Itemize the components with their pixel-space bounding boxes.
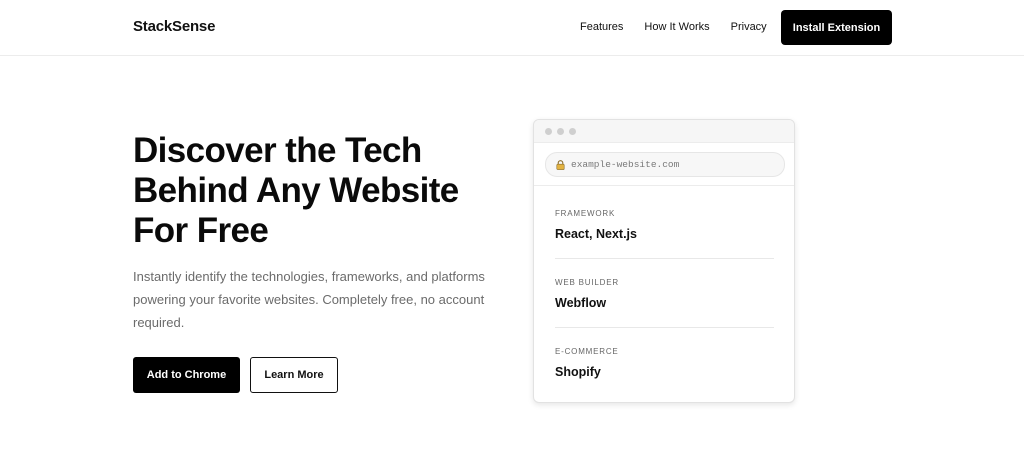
install-extension-button[interactable]: Install Extension [781,10,892,45]
divider [534,185,794,186]
window-dot-icon [545,128,552,135]
tech-item-label: FRAMEWORK [555,209,616,218]
window-dot-icon [557,128,564,135]
tech-item-value: Webflow [555,296,607,310]
nav-link-features[interactable]: Features [580,21,623,33]
tech-item-framework: FRAMEWORK React, Next.js [555,209,774,241]
mockup-url-text: example-website.com [571,159,680,170]
tech-item-label: E-COMMERCE [555,347,619,356]
add-to-chrome-button[interactable]: Add to Chrome [133,357,240,393]
mockup-titlebar [534,120,794,143]
hero-title-line: For Free [133,211,269,250]
mockup-url-bar: example-website.com [545,152,785,177]
browser-mockup: example-website.com FRAMEWORK React, Nex… [533,119,795,403]
divider [555,258,774,259]
top-navbar: StackSense Features How It Works Privacy… [0,0,1024,56]
hero-subtitle: Instantly identify the technologies, fra… [133,269,485,330]
hero-title: Discover the Tech Behind Any Website For… [133,131,513,251]
divider [555,327,774,328]
nav-link-how-it-works[interactable]: How It Works [644,21,709,33]
nav-links: Features How It Works Privacy [580,21,767,33]
tech-item-web-builder: WEB BUILDER Webflow [555,278,774,310]
tech-item-label: WEB BUILDER [555,278,619,287]
tech-item-e-commerce: E-COMMERCE Shopify [555,347,774,379]
lock-icon [556,159,565,170]
hero-title-line: Discover the Tech [133,131,422,170]
tech-item-value: React, Next.js [555,227,637,241]
window-dot-icon [569,128,576,135]
learn-more-button[interactable]: Learn More [250,357,338,393]
hero-title-line: Behind Any Website [133,171,459,210]
brand-logo[interactable]: StackSense [133,18,215,35]
tech-item-value: Shopify [555,365,601,379]
nav-link-privacy[interactable]: Privacy [731,21,767,33]
